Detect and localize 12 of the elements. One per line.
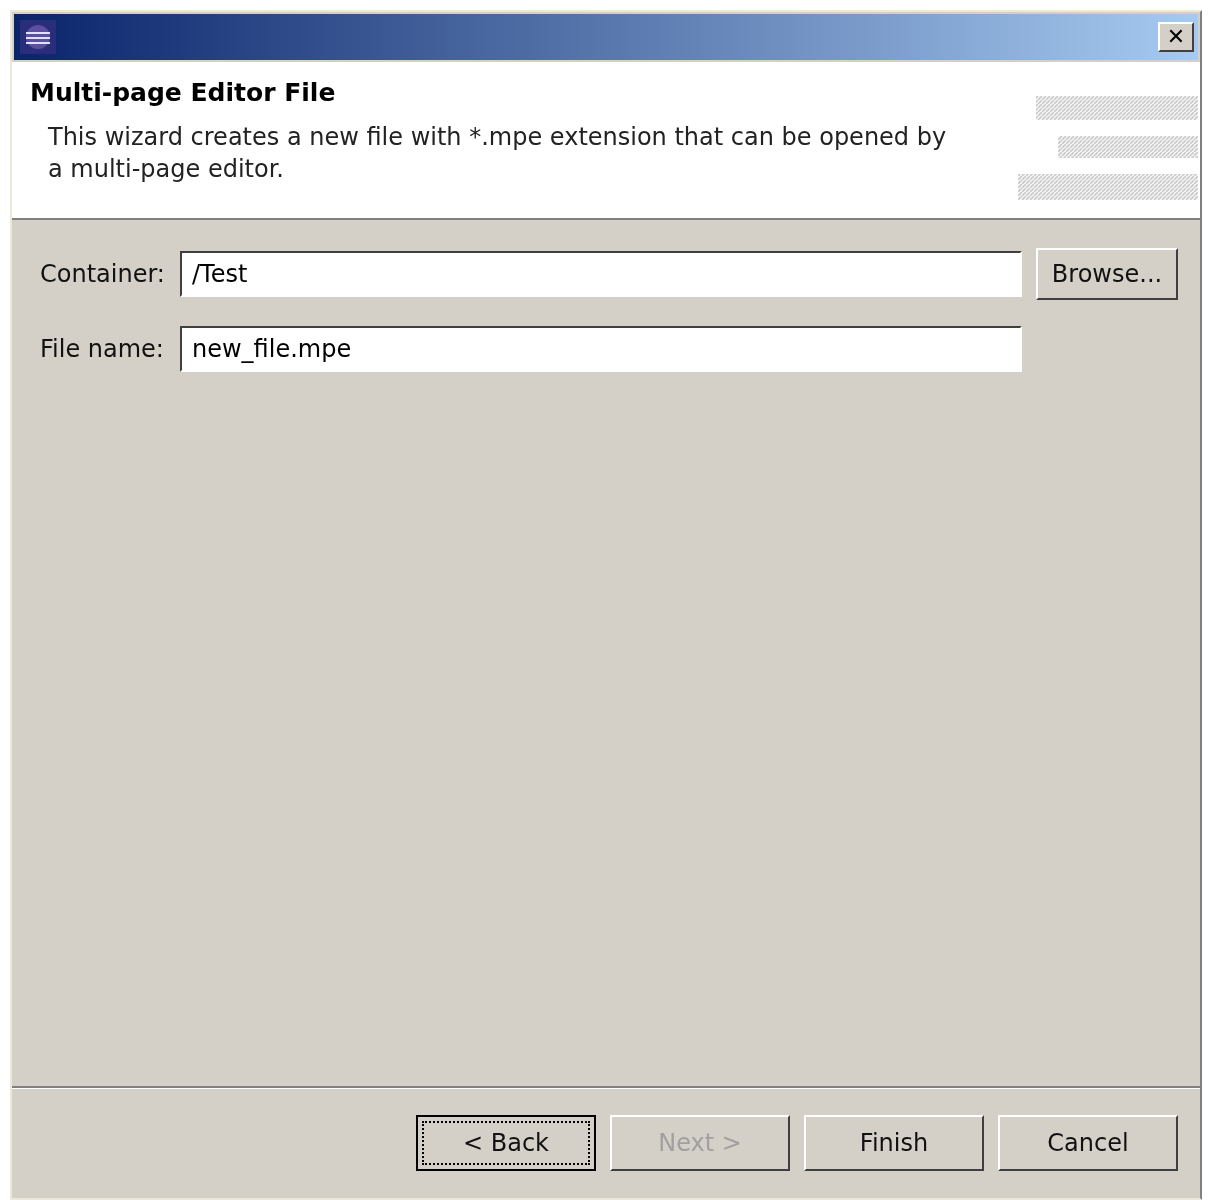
input-field[interactable]: new_file.mpe: [180, 326, 1022, 372]
close-button[interactable]: ✕: [1158, 22, 1194, 52]
page-description: This wizard creates a new file with *.mpe extension that can be opened by a multi-page editor.: [47, 122, 948, 185]
field-label: Container:: [40, 260, 166, 288]
field-label: File name:: [40, 335, 165, 363]
wizard-button[interactable]: < Back: [416, 1115, 596, 1171]
input-field[interactable]: /Test: [180, 251, 1022, 297]
wizard-button[interactable]: Cancel: [998, 1115, 1178, 1171]
wizard-button[interactable]: Finish: [804, 1115, 984, 1171]
browse-button[interactable]: Browse...: [1036, 248, 1178, 300]
page-title: Multi-page Editor File: [30, 78, 337, 107]
app-icon: [20, 20, 56, 54]
